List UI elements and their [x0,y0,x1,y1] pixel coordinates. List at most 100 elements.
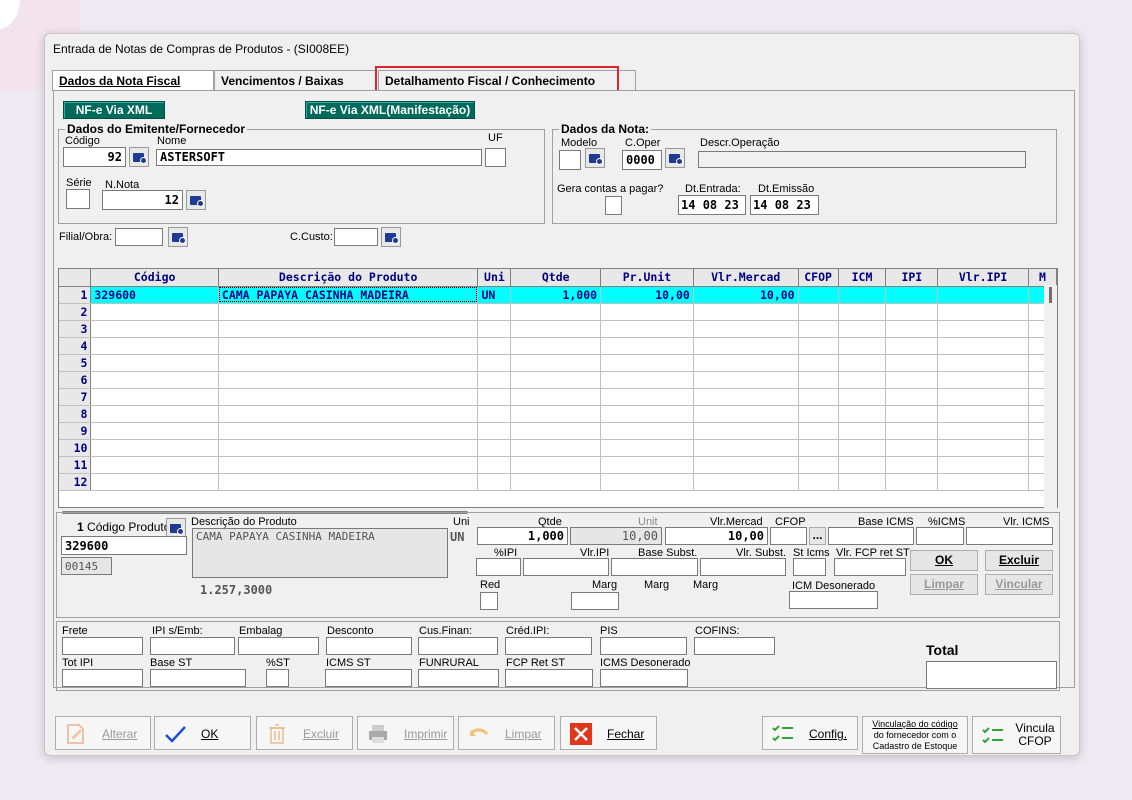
cell-qtde[interactable] [510,456,602,474]
serie-field[interactable] [66,189,90,209]
funrural-field[interactable] [418,669,499,687]
cell-vlripi[interactable] [937,422,1029,440]
vlr-fcp-field[interactable] [834,558,906,576]
cell-icm[interactable] [838,388,887,406]
cofins-field[interactable] [694,637,775,655]
cell-icm[interactable] [838,439,887,457]
nome-field[interactable]: ASTERSOFT [156,149,482,166]
cell-uni[interactable] [477,422,512,440]
detail-vincular-button[interactable]: Vincular [985,574,1053,595]
frete-field[interactable] [62,637,143,655]
marg-field-1[interactable] [571,592,619,610]
vlr-icms-field[interactable] [966,527,1053,545]
cell-vlripi[interactable] [937,286,1029,304]
cell-cfop[interactable] [798,371,839,389]
cell-uni[interactable] [477,371,512,389]
vinculacao-button[interactable]: Vinculação do código do fornecedor com o… [862,716,968,754]
cell-prunit[interactable] [600,320,694,338]
cell-descricao[interactable] [218,337,479,355]
pis-field[interactable] [600,637,687,655]
imprimir-button[interactable]: Imprimir [357,716,454,750]
cell-icm[interactable] [838,422,887,440]
cell-codigo[interactable] [90,405,219,423]
cell-ipi[interactable] [885,354,939,372]
coper-lookup-icon[interactable] [665,148,685,168]
icm-desonerado-field[interactable] [789,591,878,609]
vlr-ipi-field[interactable] [523,558,609,576]
table-row[interactable]: 6 [59,371,1057,389]
cell-uni[interactable] [477,303,512,321]
cell-codigo[interactable] [90,371,219,389]
excluir-button[interactable]: Excluir [256,716,353,750]
table-row[interactable]: 2 [59,303,1057,321]
cell-vlrmercad[interactable] [693,354,799,372]
cell-prunit[interactable] [600,456,694,474]
nnota-field[interactable]: 12 [102,190,183,210]
cell-cfop[interactable] [798,456,839,474]
cfop-field[interactable] [770,527,807,545]
cell-vlrmercad[interactable] [693,337,799,355]
desconto-field[interactable] [326,637,412,655]
grid-header-vlrmercad[interactable]: Vlr.Mercad [693,269,799,287]
cell-vlrmercad[interactable] [693,473,799,491]
base-icms-field[interactable] [828,527,914,545]
cell-qtde[interactable] [510,354,602,372]
cell-uni[interactable] [477,320,512,338]
cell-icm[interactable] [838,337,887,355]
vlr-subst-field[interactable] [700,558,786,576]
cell-vlrmercad[interactable] [693,439,799,457]
cell-codigo[interactable] [90,303,219,321]
codprod-field[interactable]: 329600 [61,536,187,555]
table-row[interactable]: 7 [59,388,1057,406]
cell-prunit[interactable] [600,439,694,457]
grid-header-vlripi[interactable]: Vlr.IPI [937,269,1029,287]
table-row[interactable]: 4 [59,337,1057,355]
cell-vlripi[interactable] [937,388,1029,406]
cell-cfop[interactable] [798,286,839,304]
config-button[interactable]: Config. [762,716,858,750]
cell-cfop[interactable] [798,320,839,338]
cell-icm[interactable] [838,405,887,423]
embalag-field[interactable] [238,637,319,655]
cell-vlripi[interactable] [937,337,1029,355]
cell-ipi[interactable] [885,337,939,355]
cell-icm[interactable] [838,320,887,338]
detail-limpar-button[interactable]: Limpar [910,574,978,595]
cell-icm[interactable] [838,354,887,372]
cell-qtde[interactable] [510,388,602,406]
grid-header-descricao[interactable]: Descrição do Produto [218,269,479,287]
cell-vlripi[interactable] [937,473,1029,491]
cell-cfop[interactable] [798,337,839,355]
cell-vlrmercad[interactable]: 10,00 [693,286,799,304]
table-row[interactable]: 9 [59,422,1057,440]
cell-descricao[interactable] [218,456,479,474]
cell-cfop[interactable] [798,422,839,440]
modelo-field[interactable] [559,150,581,170]
grid-vscroll[interactable] [1044,285,1057,508]
cell-prunit[interactable]: 10,00 [600,286,694,304]
st-icms-field[interactable] [793,558,826,576]
cell-ipi[interactable] [885,320,939,338]
table-row[interactable]: 11 [59,456,1057,474]
dt-entrada-field[interactable]: 14 08 23 [678,195,746,215]
table-row[interactable]: 3 [59,320,1057,338]
cell-vlripi[interactable] [937,303,1029,321]
cell-uni[interactable]: UN [477,286,512,304]
cell-cfop[interactable] [798,439,839,457]
vincula-cfop-button[interactable]: Vincula CFOP [972,716,1061,754]
pct-ipi-field[interactable] [476,558,521,576]
cell-prunit[interactable] [600,388,694,406]
grid-header-qtde[interactable]: Qtde [510,269,602,287]
cell-qtde[interactable] [510,422,602,440]
vlrmercad-field[interactable]: 10,00 [665,527,768,545]
grid-header-cfop[interactable]: CFOP [798,269,839,287]
cell-codigo[interactable] [90,456,219,474]
cell-ipi[interactable] [885,473,939,491]
cell-icm[interactable] [838,473,887,491]
cell-vlripi[interactable] [937,456,1029,474]
cell-qtde[interactable] [510,405,602,423]
cell-vlripi[interactable] [937,371,1029,389]
pct-icms-field[interactable] [916,527,964,545]
cell-ipi[interactable] [885,456,939,474]
cell-descricao[interactable] [218,388,479,406]
